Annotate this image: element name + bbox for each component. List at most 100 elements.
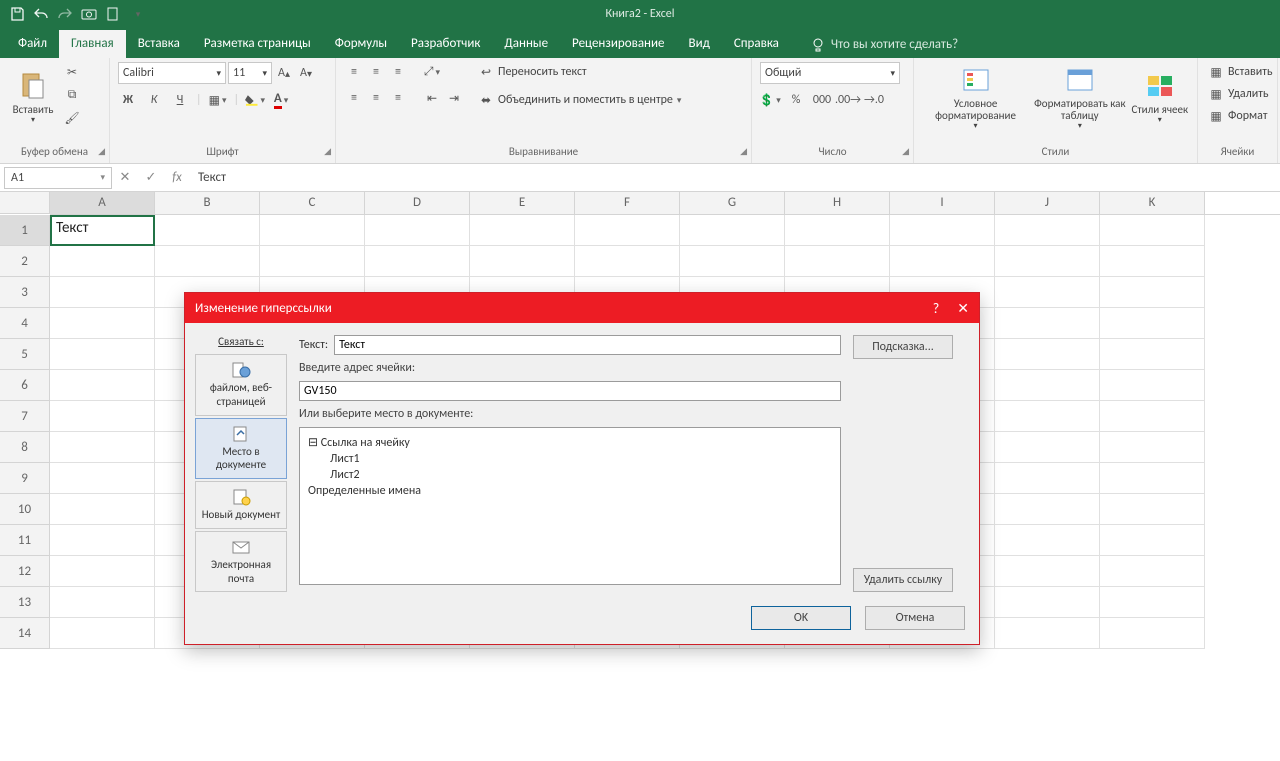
cut-icon[interactable]: ✂ [62, 62, 82, 82]
cell[interactable] [995, 370, 1100, 401]
name-box[interactable]: A1▾ [4, 167, 112, 189]
cell[interactable] [995, 339, 1100, 370]
cell[interactable] [1100, 215, 1205, 246]
decrease-decimal-icon[interactable]: →.0 [864, 90, 884, 110]
cell[interactable] [575, 215, 680, 246]
tell-me[interactable]: Что вы хотите сделать? [803, 31, 966, 58]
font-color-icon[interactable]: A [271, 90, 291, 110]
column-header[interactable]: B [155, 192, 260, 214]
cell[interactable] [995, 246, 1100, 277]
italic-button[interactable]: К [144, 90, 164, 110]
cell[interactable] [680, 246, 785, 277]
cell[interactable] [785, 246, 890, 277]
cell[interactable] [365, 246, 470, 277]
cell[interactable] [155, 215, 260, 246]
tab-data[interactable]: Данные [492, 30, 560, 58]
cell[interactable] [995, 556, 1100, 587]
decrease-font-icon[interactable]: A▾ [296, 63, 316, 83]
cell[interactable] [470, 215, 575, 246]
cell[interactable] [1100, 463, 1205, 494]
cell[interactable] [1100, 432, 1205, 463]
cell[interactable] [995, 215, 1100, 246]
align-right-icon[interactable]: ≡ [388, 88, 408, 108]
format-painter-icon[interactable]: 🖌 [62, 108, 82, 128]
clipboard-launcher-icon[interactable]: ◢ [98, 146, 105, 157]
cell[interactable] [890, 215, 995, 246]
cell[interactable] [1100, 618, 1205, 649]
cell[interactable] [260, 215, 365, 246]
cell[interactable] [995, 463, 1100, 494]
cell[interactable] [680, 215, 785, 246]
cell[interactable] [155, 246, 260, 277]
column-header[interactable]: J [995, 192, 1100, 214]
tab-page-layout[interactable]: Разметка страницы [192, 30, 323, 58]
save-icon[interactable] [8, 5, 26, 23]
redo-icon[interactable] [56, 5, 74, 23]
cell[interactable] [995, 587, 1100, 618]
cell[interactable] [1100, 277, 1205, 308]
increase-decimal-icon[interactable]: .00→ [838, 90, 858, 110]
enter-formula-icon[interactable]: ✓ [138, 167, 164, 189]
cell[interactable] [995, 432, 1100, 463]
merge-center-button[interactable]: ⬌Объединить и поместить в центре [476, 90, 681, 110]
link-to-new-doc-button[interactable]: Новый документ [195, 481, 287, 529]
underline-button[interactable]: Ч [170, 90, 190, 110]
paste-button[interactable]: Вставить ▾ [8, 62, 58, 132]
cell[interactable] [785, 215, 890, 246]
tree-sheet2[interactable]: Лист2 [308, 467, 832, 483]
number-format-combo[interactable]: Общий▾ [760, 62, 900, 84]
row-header[interactable]: 14 [0, 618, 50, 649]
row-header[interactable]: 12 [0, 556, 50, 587]
row-header[interactable]: 13 [0, 587, 50, 618]
bold-button[interactable]: Ж [118, 90, 138, 110]
font-launcher-icon[interactable]: ◢ [324, 146, 331, 157]
column-header[interactable]: C [260, 192, 365, 214]
orientation-icon[interactable]: ⤢ [422, 62, 442, 82]
tab-home[interactable]: Главная [59, 30, 126, 58]
link-to-file-button[interactable]: файлом, веб-страницей [195, 354, 287, 416]
percent-icon[interactable]: % [786, 90, 806, 110]
tab-file[interactable]: Файл [6, 30, 59, 58]
wrap-text-button[interactable]: ↩Переносить текст [476, 62, 681, 82]
row-header[interactable]: 9 [0, 463, 50, 494]
document-tree[interactable]: ⊟ Ссылка на ячейку Лист1 Лист2 Определен… [299, 427, 841, 585]
format-as-table-button[interactable]: Форматировать как таблицу▾ [1033, 62, 1126, 132]
cell[interactable] [50, 494, 155, 525]
increase-font-icon[interactable]: A▴ [274, 63, 294, 83]
column-header[interactable]: G [680, 192, 785, 214]
cell[interactable] [575, 246, 680, 277]
conditional-formatting-button[interactable]: Условное форматирование▾ [922, 62, 1029, 132]
insert-cells-button[interactable]: ▦Вставить [1206, 62, 1273, 82]
row-header[interactable]: 6 [0, 370, 50, 401]
column-header[interactable]: F [575, 192, 680, 214]
cell[interactable] [995, 401, 1100, 432]
decrease-indent-icon[interactable]: ⇤ [422, 88, 442, 108]
align-bottom-icon[interactable]: ≡ [388, 62, 408, 82]
cell[interactable] [1100, 401, 1205, 432]
cell[interactable] [1100, 556, 1205, 587]
row-header[interactable]: 1 [0, 215, 50, 246]
accounting-format-icon[interactable]: 💲 [760, 90, 780, 110]
cell[interactable] [470, 246, 575, 277]
row-header[interactable]: 7 [0, 401, 50, 432]
row-header[interactable]: 4 [0, 308, 50, 339]
cell[interactable] [50, 556, 155, 587]
cell[interactable] [995, 618, 1100, 649]
formula-bar-content[interactable]: Текст [190, 170, 1280, 185]
cell[interactable] [50, 246, 155, 277]
cell[interactable] [50, 463, 155, 494]
delete-cells-button[interactable]: ▦Удалить [1206, 84, 1269, 104]
tab-insert[interactable]: Вставка [126, 30, 192, 58]
screentip-button[interactable]: Подсказка... [853, 335, 953, 359]
cancel-formula-icon[interactable]: ✕ [112, 167, 138, 189]
cell[interactable] [1100, 494, 1205, 525]
row-header[interactable]: 8 [0, 432, 50, 463]
column-header[interactable]: I [890, 192, 995, 214]
doc-icon[interactable] [104, 5, 122, 23]
align-center-icon[interactable]: ≡ [366, 88, 386, 108]
undo-icon[interactable] [32, 5, 50, 23]
format-cells-button[interactable]: ▦Формат [1206, 106, 1267, 126]
cell[interactable] [1100, 525, 1205, 556]
cell[interactable] [50, 432, 155, 463]
row-header[interactable]: 2 [0, 246, 50, 277]
